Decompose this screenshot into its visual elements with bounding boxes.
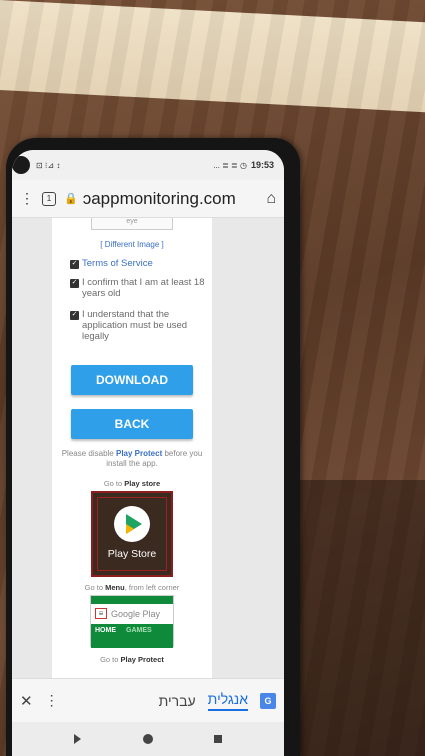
recents-nav-icon[interactable] bbox=[214, 735, 223, 743]
shadow bbox=[300, 480, 425, 756]
goto-bold: Play Protect bbox=[120, 654, 164, 664]
tab-switcher-icon[interactable]: 1 bbox=[42, 191, 56, 206]
signal-icons: ⊡ ⁝⊿ ↕ bbox=[36, 160, 61, 170]
lang-hebrew-tab[interactable]: עברית bbox=[159, 693, 196, 709]
goto-store-text: Go to Play store bbox=[52, 479, 212, 488]
age-label: I confirm that I am at least 18 years ol… bbox=[82, 276, 205, 299]
status-time: 19:53 bbox=[250, 160, 274, 170]
back-button[interactable]: BACK bbox=[71, 408, 193, 439]
phone-screen: ⊡ ⁝⊿ ↕ ... ≣ ≣ ◷ 19:53 ⋮ 1 🔒 ɔappmonitor… bbox=[12, 150, 284, 756]
home-icon[interactable]: ⌂ bbox=[266, 190, 276, 208]
checkbox-checked-icon[interactable]: ✓ bbox=[70, 278, 79, 288]
tos-row[interactable]: ✓ Terms of Service bbox=[70, 258, 212, 270]
checkbox-checked-icon[interactable]: ✓ bbox=[70, 310, 79, 320]
front-camera bbox=[12, 156, 30, 174]
url-text: ɔappmonitoring.com bbox=[82, 188, 236, 208]
age-row[interactable]: ✓ I confirm that I am at least 18 years … bbox=[70, 276, 212, 300]
gplay-footer bbox=[91, 637, 173, 648]
goto-menu-text: Go to Menu, from left corner bbox=[52, 583, 212, 592]
tos-label[interactable]: Terms of Service bbox=[82, 258, 153, 270]
goto-prefix: Go to bbox=[84, 582, 104, 592]
different-image-link[interactable]: [ Different Image ] bbox=[52, 240, 212, 249]
gplay-tabs: HOME GAMES bbox=[91, 623, 173, 638]
play-triangle-accent bbox=[126, 523, 134, 534]
goto-prefix: Go to bbox=[103, 478, 123, 488]
play-store-label: Play Store bbox=[107, 547, 157, 560]
status-right: ... ≣ ≣ ◷ 19:53 bbox=[213, 160, 274, 170]
more-options-icon[interactable]: ⋮ bbox=[45, 692, 59, 709]
close-icon[interactable]: ✕ bbox=[20, 692, 33, 710]
gplay-tab-games: GAMES bbox=[126, 627, 152, 635]
goto-bold: Play store bbox=[124, 478, 161, 488]
goto-prefix: Go to bbox=[100, 654, 119, 664]
tab-count: 1 bbox=[46, 194, 52, 203]
lang-english-tab[interactable]: אנגלית bbox=[207, 691, 248, 711]
status-bar: ⊡ ⁝⊿ ↕ ... ≣ ≣ ◷ 19:53 bbox=[12, 150, 284, 180]
gplay-tab-home: HOME bbox=[95, 627, 116, 635]
gplay-search-bar: ≡ Google Play bbox=[91, 604, 173, 624]
gplay-search-text: Google Play bbox=[111, 608, 161, 619]
status-left: ⊡ ⁝⊿ ↕ bbox=[36, 161, 60, 170]
goto-bold: Menu bbox=[105, 582, 125, 592]
android-nav-bar bbox=[12, 722, 284, 756]
checkbox-checked-icon[interactable]: ✓ bbox=[70, 260, 79, 269]
play-store-icon bbox=[114, 505, 150, 542]
menu-dots-icon[interactable]: ⋮ bbox=[20, 190, 34, 207]
note-bold: Play Protect bbox=[115, 448, 163, 458]
hamburger-menu-icon: ≡ bbox=[95, 608, 107, 620]
page-content: eye [ Different Image ] ✓ Terms of Servi… bbox=[52, 218, 212, 678]
web-page: eye [ Different Image ] ✓ Terms of Servi… bbox=[12, 218, 284, 678]
download-button[interactable]: DOWNLOAD bbox=[71, 364, 193, 395]
browser-toolbar: ⋮ 1 🔒 ɔappmonitoring.com ⌂ bbox=[12, 180, 284, 218]
translate-bar: ✕ ⋮ עברית אנגלית G bbox=[12, 678, 284, 722]
play-store-image: Play Store bbox=[91, 490, 173, 577]
home-nav-icon[interactable] bbox=[142, 734, 153, 744]
note-prefix: Please disable bbox=[61, 448, 114, 458]
lock-icon: 🔒 bbox=[64, 193, 78, 205]
goto-protect-text: Go to Play Protect bbox=[52, 655, 212, 664]
address-bar[interactable]: 🔒 ɔappmonitoring.com bbox=[64, 189, 258, 209]
disable-note: Please disable Play Protect before you i… bbox=[52, 449, 212, 469]
legal-row[interactable]: ✓ I understand that the application must… bbox=[70, 308, 212, 343]
back-nav-icon[interactable] bbox=[73, 734, 81, 744]
google-translate-icon[interactable]: G bbox=[260, 692, 276, 709]
notification-icons: ... ≣ ≣ ◷ bbox=[213, 160, 247, 170]
highlight-frame: Play Store bbox=[97, 496, 167, 571]
captcha-input[interactable]: eye bbox=[91, 218, 173, 230]
captcha-placeholder: eye bbox=[126, 218, 138, 225]
legal-label: I understand that the application must b… bbox=[82, 308, 188, 342]
google-play-screenshot: ≡ Google Play HOME GAMES bbox=[90, 594, 174, 648]
goto-suffix: , from left corner bbox=[124, 582, 180, 592]
gplay-header bbox=[91, 595, 173, 604]
